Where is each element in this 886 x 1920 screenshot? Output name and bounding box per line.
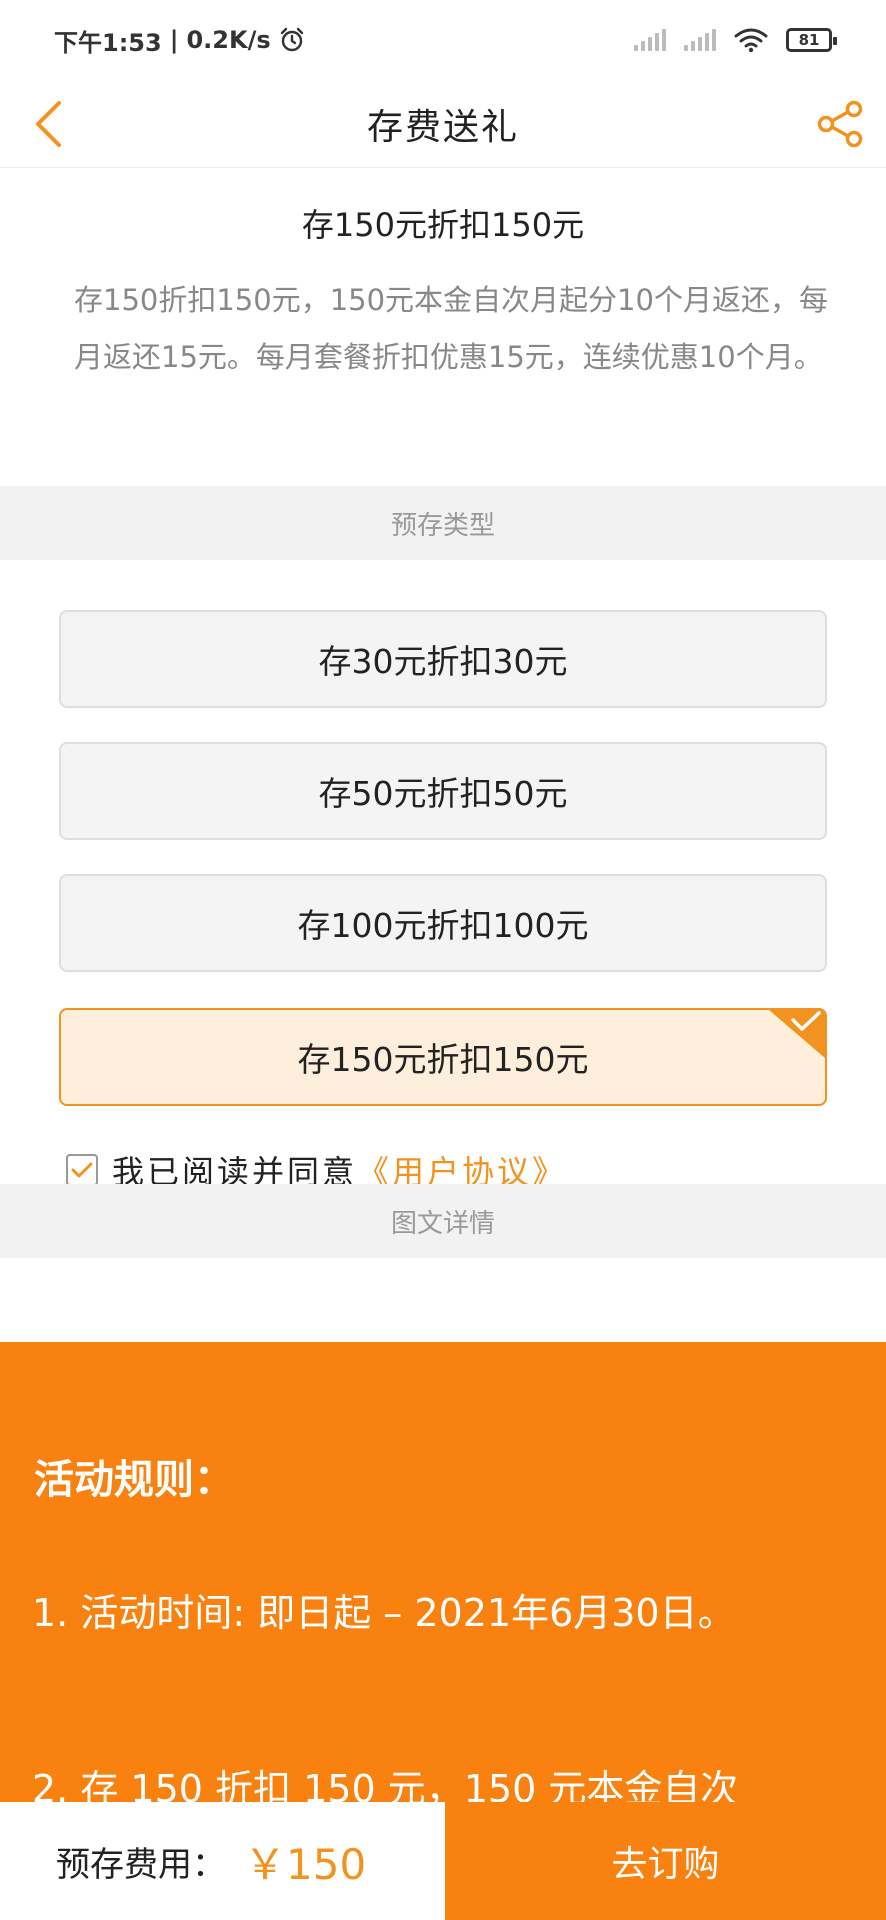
signal-icon-2 xyxy=(684,29,716,51)
price-area: 预存费用： ￥150 xyxy=(0,1802,445,1920)
option-label: 存150元折扣150元 xyxy=(297,1040,589,1079)
battery-level: 81 xyxy=(798,31,820,49)
details-panel: 活动规则： 1. 活动时间: 即日起 – 2021年6月30日。 2. 存 15… xyxy=(0,1342,886,1802)
intro-description: 存150折扣150元，150元本金自次月起分10个月返还，每月返还15元。每月套… xyxy=(74,283,828,374)
option-label: 存100元折扣100元 xyxy=(297,906,589,945)
intro-title: 存150元折扣150元 xyxy=(301,206,585,244)
status-left: 下午1:53 | 0.2K/s xyxy=(54,23,305,58)
share-icon xyxy=(817,100,863,148)
option-label: 存50元折扣50元 xyxy=(318,774,568,813)
status-speed: 0.2K/s xyxy=(186,26,271,54)
selected-check-icon xyxy=(769,1010,825,1058)
order-button[interactable]: 去订购 xyxy=(445,1802,886,1920)
share-button[interactable] xyxy=(808,92,872,156)
battery-icon: 81 xyxy=(786,28,837,52)
section-details: 图文详情 xyxy=(0,1184,886,1258)
rule-item: 2. 存 150 折扣 150 元，150 元本金自次 xyxy=(32,1767,739,1802)
order-button-label: 去订购 xyxy=(611,1844,720,1885)
rule-item: 1. 活动时间: 即日起 – 2021年6月30日。 xyxy=(32,1591,736,1635)
app-header: 存费送礼 xyxy=(0,80,886,168)
check-icon xyxy=(71,1162,93,1178)
option-deposit-30[interactable]: 存30元折扣30元 xyxy=(59,610,827,708)
option-deposit-100[interactable]: 存100元折扣100元 xyxy=(59,874,827,972)
signal-icon xyxy=(634,29,666,51)
price-value: ￥150 xyxy=(244,1839,367,1889)
rules-title: 活动规则： xyxy=(34,1457,234,1503)
status-separator: | xyxy=(169,26,179,54)
page-title: 存费送礼 xyxy=(366,106,519,148)
section-deposit-type-label: 预存类型 xyxy=(390,510,495,541)
price-label: 预存费用： xyxy=(56,1844,226,1885)
option-deposit-150[interactable]: 存150元折扣150元 xyxy=(59,1008,827,1106)
alarm-icon xyxy=(280,27,303,52)
option-deposit-50[interactable]: 存50元折扣50元 xyxy=(59,742,827,840)
section-deposit-type: 预存类型 xyxy=(0,486,886,560)
bottom-bar: 预存费用： ￥150 去订购 xyxy=(0,1802,886,1920)
section-details-label: 图文详情 xyxy=(390,1208,495,1239)
agreement-checkbox[interactable] xyxy=(66,1154,98,1186)
status-bar: 下午1:53 | 0.2K/s 81 xyxy=(0,0,886,80)
status-time: 下午1:53 xyxy=(54,28,162,57)
wifi-icon xyxy=(734,28,768,53)
option-label: 存30元折扣30元 xyxy=(318,642,568,681)
back-button[interactable] xyxy=(18,92,78,156)
status-right: 81 xyxy=(634,27,837,53)
chevron-left-icon xyxy=(36,101,61,147)
